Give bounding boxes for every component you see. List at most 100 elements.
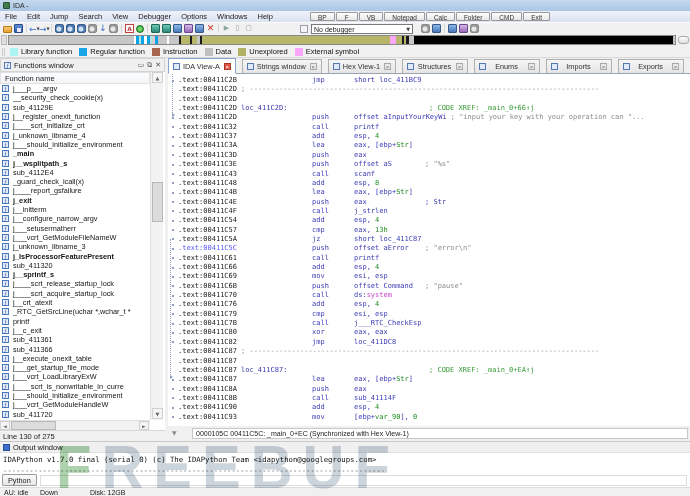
navband-segment[interactable] [414,36,673,44]
search-icon[interactable] [55,24,64,33]
tab-strings-window[interactable]: Strings window× [242,59,322,73]
function-list-item[interactable]: fsub_411366 [0,344,53,353]
tab-structures[interactable]: Structures× [402,59,468,73]
function-list-item[interactable]: fj____scrt_acquire_startup_lock [0,289,114,298]
navigation-band[interactable] [0,34,690,46]
function-list-item[interactable]: f__security_check_cookie(x) [0,93,103,102]
navband-segment[interactable] [158,36,167,44]
disasm-line[interactable]: .text:00411C4Bleaeax, [ebp+Str] [168,188,690,197]
function-list-item[interactable]: fj__configure_narrow_argv [0,214,97,223]
disasm-line[interactable]: .text:00411C87; ------------------------… [168,347,690,356]
function-list-item[interactable]: fsub_411320 [0,261,53,270]
function-list-item[interactable]: fsub_411361 [0,335,53,344]
disasm-line[interactable]: .text:00411C3Aleaeax, [ebp+Str] [168,141,690,150]
debugger-options-icon[interactable] [432,24,441,33]
function-list-item[interactable]: fj__crt_atexit [0,298,52,307]
output-window-header[interactable]: Output window [0,441,690,453]
debugger-select[interactable]: No debugger▼ [311,24,413,34]
disasm-line[interactable]: .text:00411C2Bjmpshort loc_411BC9 [168,76,690,85]
disasm-line[interactable]: .text:00411C37addesp, 4 [168,132,690,141]
scroll-left-icon[interactable]: ◄ [0,421,10,430]
patch-icon[interactable] [173,24,182,33]
function-list-item[interactable]: fprintf [0,317,29,326]
search-misc-icon[interactable] [109,24,118,33]
watch-icon[interactable] [448,24,457,33]
disasm-line[interactable]: .text:00411C80xoreax, eax [168,328,690,337]
menu-file[interactable]: File [0,12,22,21]
function-list-item[interactable]: fj_unknown_libname_3 [0,242,86,251]
tab-close-icon[interactable]: × [672,63,679,70]
disassembly-view[interactable]: .text:00411C2Bjmpshort loc_411BC9 .text:0… [168,74,690,426]
function-list-item[interactable]: fj_exit [0,196,32,205]
tab-close-icon[interactable]: × [224,63,231,70]
function-list-item[interactable]: fj___vcrt_GetModuleFileNameW [0,233,116,242]
function-list-item[interactable]: fj___get_startup_file_mode [0,363,99,372]
navband-arrows[interactable] [1,35,7,45]
function-list-item[interactable]: fj__wsplitpath_s [0,158,67,167]
save-icon[interactable] [14,24,23,33]
quick-launch-calc[interactable]: Calc [426,12,455,21]
cancel-icon[interactable]: ✕ [206,24,215,33]
disasm-line[interactable]: .text:00411C66addesp, 4 [168,263,690,272]
disasm-line[interactable]: .text:00411C3Dpusheax [168,151,690,160]
debugger-stop-box[interactable] [300,25,308,33]
function-list-item[interactable]: fj___setusermatherr [0,224,76,233]
navband-segment[interactable] [202,36,389,44]
panel-float-icon[interactable]: ⧉ [147,62,152,69]
function-list-item[interactable]: fj___should_initialize_environment [0,391,123,400]
navband-segment[interactable] [169,36,180,44]
trace-icon[interactable] [459,24,468,33]
function-list-item[interactable]: fj____report_gsfailure [0,186,82,195]
disasm-line[interactable]: .text:00411C76addesp, 4 [168,300,690,309]
tab-exports[interactable]: Exports× [618,59,684,73]
scroll-right-icon[interactable]: ► [139,421,149,430]
disasm-line[interactable]: .text:00411C2Dpushoffset aInputYourKeyWi… [168,113,690,122]
jump-address-icon[interactable]: ↓ [98,24,108,33]
disasm-line[interactable]: .text:00411C93mov[ebp+var_90], 0 [168,413,690,422]
function-list-item[interactable]: fj_IsProcessorFeaturePresent [0,251,114,260]
disasm-line[interactable]: .text:00411C87 [168,357,690,366]
quick-launch-cmd[interactable]: CMD [491,12,522,21]
function-list-item[interactable]: fj__initterm [0,205,47,214]
debug-start-icon[interactable]: ▶ [222,24,231,33]
search-text-icon[interactable] [77,24,86,33]
tab-imports[interactable]: Imports× [546,59,612,73]
function-list-item[interactable]: fj___should_initialize_environment [0,140,123,149]
function-list-item[interactable]: fj_unknown_libname_4 [0,131,86,140]
search-next-icon[interactable] [66,24,75,33]
disasm-line[interactable]: .text:00411C8Bcallsub_41114F [168,394,690,403]
disasm-line[interactable]: .text:00411C61callprintf [168,254,690,263]
function-list-item[interactable]: fj__sprintf_s [0,270,54,279]
open-file-icon[interactable] [3,26,12,33]
navigate-forward-icon[interactable]: →▼ [39,24,49,34]
menu-windows[interactable]: Windows [212,12,252,21]
tab-close-icon[interactable]: × [456,63,463,70]
disasm-line[interactable]: .text:00411C4Epusheax; Str [168,198,690,207]
function-list-item[interactable]: fj____scrt_is_nonwritable_in_curre [0,382,124,391]
build2-icon[interactable] [162,24,171,33]
search-gray-icon[interactable] [88,24,97,33]
disasm-line[interactable]: .text:00411C4Fcallj_strlen [168,207,690,216]
function-list-item[interactable]: fj__register_onexit_function [0,112,100,121]
function-list-item[interactable]: fj__execute_onexit_table [0,354,92,363]
disasm-line[interactable]: .text:00411C57cmpeax, 13h [168,226,690,235]
panel-restore-icon[interactable]: ▭ [138,62,145,69]
quick-launch-folder[interactable]: Folder [456,12,490,21]
menu-jump[interactable]: Jump [45,12,73,21]
function-list-item[interactable]: fsub_411720 [0,410,53,419]
navband-indicator[interactable] [678,36,689,44]
menu-debugger[interactable]: Debugger [133,12,176,21]
tab-close-icon[interactable]: × [600,63,607,70]
quick-launch-f[interactable]: F [336,12,358,21]
run-analysis-icon[interactable] [136,25,144,33]
disasm-line[interactable]: .text:00411C48addesp, 8 [168,179,690,188]
disasm-line[interactable]: .text:00411C6Bpushoffset Command; "pause… [168,282,690,291]
panel-close-icon[interactable]: ✕ [155,62,161,69]
debug-pause-icon[interactable]: ▯ [233,24,242,33]
disasm-line[interactable]: .text:00411C87loc_411C87:; CODE XREF: _m… [168,366,690,375]
function-list-item[interactable]: fj____scrt_release_startup_lock [0,279,114,288]
disasm-line[interactable]: .text:00411C5Ajzshort loc_411C87 [168,235,690,244]
disasm-line[interactable]: .text:00411C8Apusheax [168,385,690,394]
disasm-line[interactable]: .text:00411C90addesp, 4 [168,403,690,412]
flowchart-icon[interactable]: A [125,24,134,33]
